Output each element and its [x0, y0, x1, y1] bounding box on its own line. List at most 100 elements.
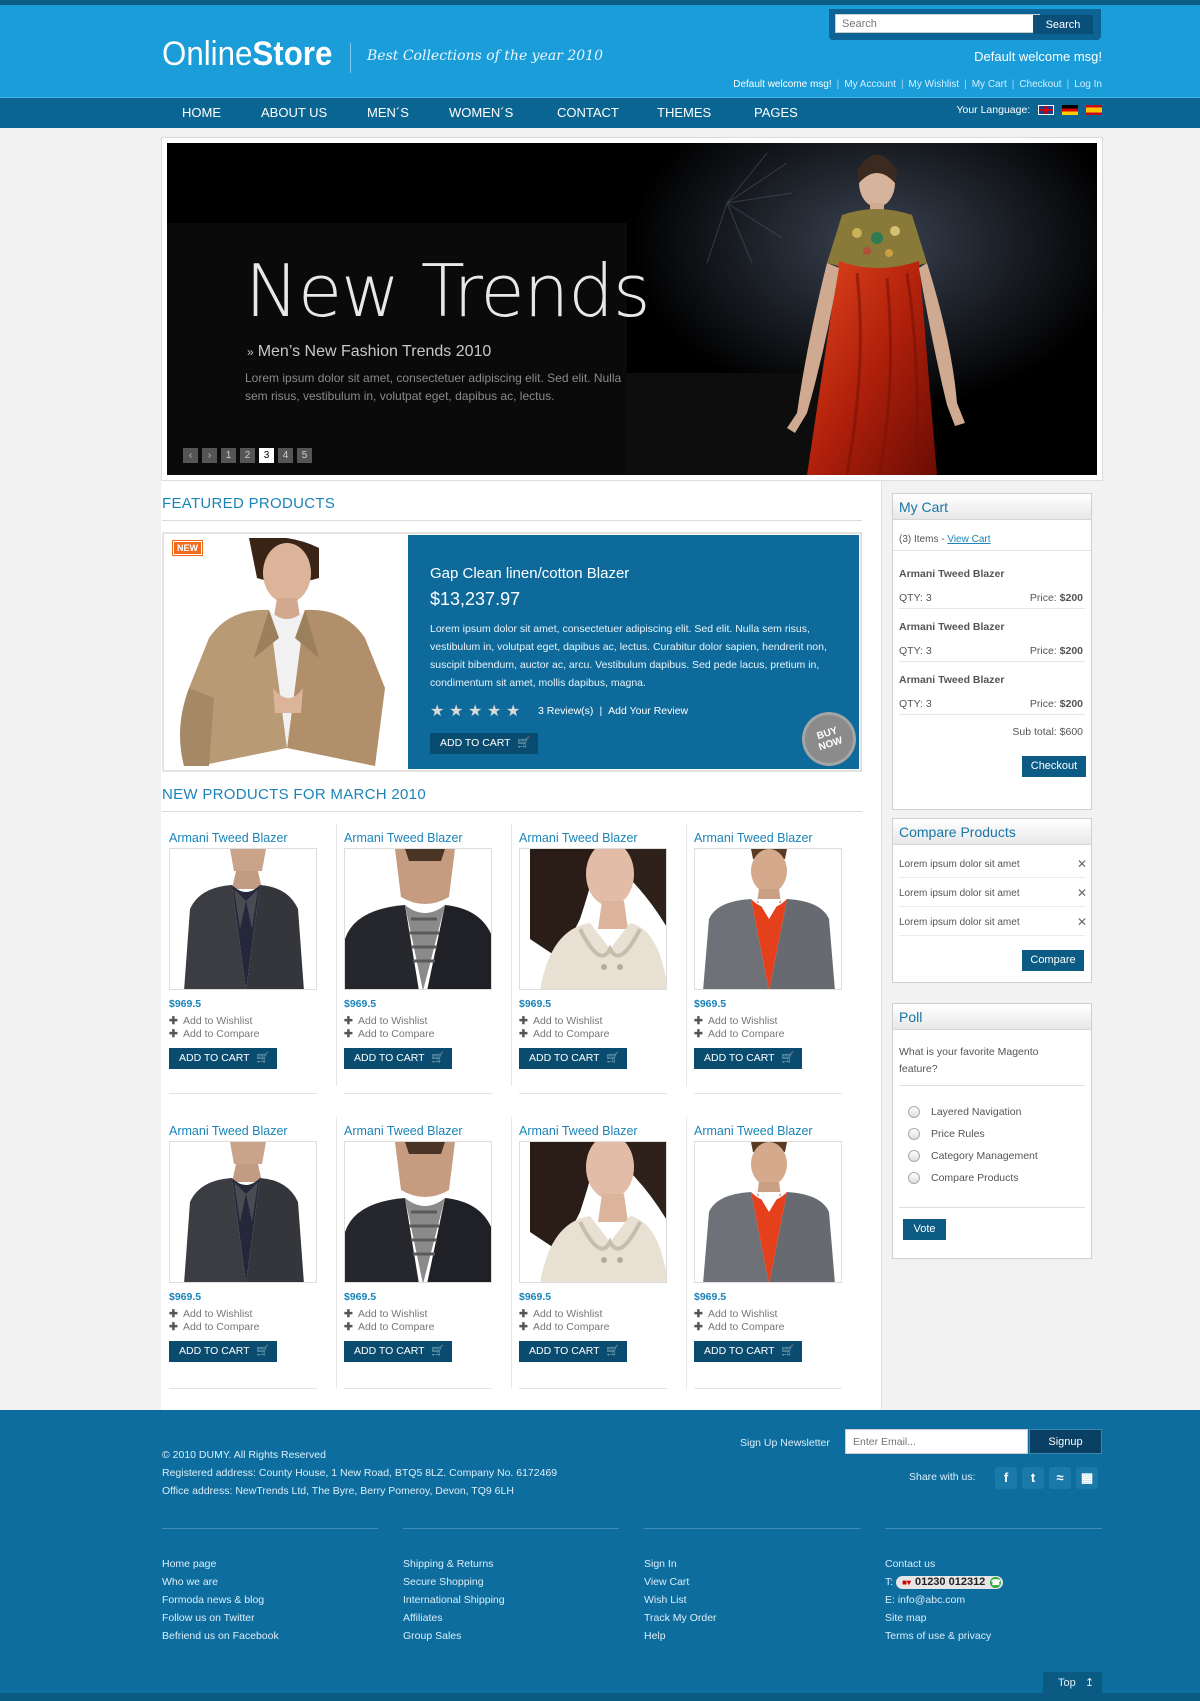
newsletter-email-input[interactable] — [845, 1429, 1028, 1454]
nav-mens[interactable]: MEN´S — [367, 105, 409, 120]
contact-us-link[interactable]: Contact us — [885, 1555, 1003, 1573]
add-to-compare-link[interactable]: ✚ Add to Compare — [519, 1028, 609, 1040]
add-to-cart-button[interactable]: ADD TO CART 🛒 — [169, 1048, 277, 1069]
add-to-wishlist-link[interactable]: ✚ Add to Wishlist — [344, 1308, 427, 1320]
footer-link[interactable]: Befriend us on Facebook — [162, 1627, 279, 1645]
toplink-my-cart[interactable]: My Cart — [972, 79, 1007, 90]
product-image[interactable] — [519, 848, 667, 990]
toplink-log-in[interactable]: Log In — [1074, 79, 1102, 90]
terms-link[interactable]: Terms of use & privacy — [885, 1627, 1003, 1645]
featured-product-name[interactable]: Gap Clean linen/cotton Blazer — [430, 565, 629, 582]
radio-button[interactable] — [908, 1106, 920, 1118]
product-name[interactable]: Armani Tweed Blazer — [169, 1124, 288, 1138]
product-image[interactable] — [169, 848, 317, 990]
radio-button[interactable] — [908, 1172, 920, 1184]
reviews-link[interactable]: 3 Review(s) — [538, 705, 593, 717]
add-to-compare-link[interactable]: ✚ Add to Compare — [694, 1028, 784, 1040]
view-cart-link[interactable]: View Cart — [947, 534, 990, 545]
add-to-compare-link[interactable]: ✚ Add to Compare — [169, 1321, 259, 1333]
footer-link[interactable]: Secure Shopping — [403, 1573, 505, 1591]
product-name[interactable]: Armani Tweed Blazer — [169, 831, 288, 845]
add-to-wishlist-link[interactable]: ✚ Add to Wishlist — [169, 1015, 252, 1027]
product-name[interactable]: Armani Tweed Blazer — [519, 1124, 638, 1138]
product-image[interactable] — [169, 1141, 317, 1283]
add-to-wishlist-link[interactable]: ✚ Add to Wishlist — [519, 1308, 602, 1320]
search-input[interactable] — [835, 14, 1040, 33]
footer-link[interactable]: Follow us on Twitter — [162, 1609, 279, 1627]
compare-item-name[interactable]: Lorem ipsum dolor sit amet — [899, 888, 1020, 899]
remove-icon[interactable]: ✕ — [1077, 886, 1087, 900]
twitter-icon[interactable]: t — [1022, 1467, 1044, 1489]
add-to-compare-link[interactable]: ✚ Add to Compare — [344, 1028, 434, 1040]
footer-link[interactable]: International Shipping — [403, 1591, 505, 1609]
add-to-cart-button[interactable]: ADD TO CART 🛒 — [519, 1341, 627, 1362]
add-to-wishlist-link[interactable]: ✚ Add to Wishlist — [169, 1308, 252, 1320]
featured-add-to-cart-button[interactable]: ADD TO CART 🛒 — [430, 733, 538, 754]
footer-link[interactable]: Formoda news & blog — [162, 1591, 279, 1609]
product-image[interactable] — [344, 848, 492, 990]
footer-link[interactable]: Who we are — [162, 1573, 279, 1591]
add-to-cart-button[interactable]: ADD TO CART 🛒 — [344, 1341, 452, 1362]
compare-item-name[interactable]: Lorem ipsum dolor sit amet — [899, 917, 1020, 928]
add-to-wishlist-link[interactable]: ✚ Add to Wishlist — [344, 1015, 427, 1027]
add-to-wishlist-link[interactable]: ✚ Add to Wishlist — [694, 1308, 777, 1320]
prev-arrow-icon[interactable]: ‹ — [183, 448, 198, 463]
nav-womens[interactable]: WOMEN´S — [449, 105, 513, 120]
footer-link[interactable]: Home page — [162, 1555, 279, 1573]
remove-icon[interactable]: ✕ — [1077, 857, 1087, 871]
product-name[interactable]: Armani Tweed Blazer — [519, 831, 638, 845]
product-image[interactable] — [519, 1141, 667, 1283]
uk-flag-icon[interactable] — [1038, 105, 1055, 116]
spain-flag-icon[interactable] — [1086, 105, 1102, 116]
product-image[interactable] — [694, 848, 842, 990]
pager-4[interactable]: 4 — [278, 448, 293, 463]
add-to-compare-link[interactable]: ✚ Add to Compare — [519, 1321, 609, 1333]
pager-2[interactable]: 2 — [240, 448, 255, 463]
site-map-link[interactable]: Site map — [885, 1609, 1003, 1627]
footer-link[interactable]: Shipping & Returns — [403, 1555, 505, 1573]
cart-item-name[interactable]: Armani Tweed Blazer — [899, 674, 1004, 686]
footer-link[interactable]: Help — [644, 1627, 717, 1645]
rss-icon[interactable]: ≈ — [1049, 1467, 1071, 1489]
email-link[interactable]: E: info@abc.com — [885, 1591, 1003, 1609]
pager-1[interactable]: 1 — [221, 448, 236, 463]
footer-link[interactable]: View Cart — [644, 1573, 717, 1591]
back-to-top-button[interactable]: Top ↥ — [1043, 1672, 1102, 1694]
radio-button[interactable] — [908, 1128, 920, 1140]
search-button[interactable]: Search — [1033, 15, 1093, 34]
radio-button[interactable] — [908, 1150, 920, 1162]
buy-now-badge[interactable]: BUY NOW — [798, 708, 860, 770]
add-to-compare-link[interactable]: ✚ Add to Compare — [344, 1321, 434, 1333]
delicious-icon[interactable]: ▦ — [1076, 1467, 1098, 1489]
product-image[interactable] — [694, 1141, 842, 1283]
vote-button[interactable]: Vote — [903, 1219, 946, 1240]
cart-item-name[interactable]: Armani Tweed Blazer — [899, 568, 1004, 580]
nav-about-us[interactable]: ABOUT US — [261, 105, 327, 120]
cart-item-name[interactable]: Armani Tweed Blazer — [899, 621, 1004, 633]
footer-link[interactable]: Affiliates — [403, 1609, 505, 1627]
nav-contact[interactable]: CONTACT — [557, 105, 619, 120]
add-to-cart-button[interactable]: ADD TO CART 🛒 — [169, 1341, 277, 1362]
product-image[interactable] — [344, 1141, 492, 1283]
toplink-my-wishlist[interactable]: My Wishlist — [909, 79, 960, 90]
remove-icon[interactable]: ✕ — [1077, 915, 1087, 929]
add-to-compare-link[interactable]: ✚ Add to Compare — [169, 1028, 259, 1040]
featured-product-image[interactable] — [169, 538, 405, 766]
compare-item-name[interactable]: Lorem ipsum dolor sit amet — [899, 859, 1020, 870]
pager-5[interactable]: 5 — [297, 448, 312, 463]
nav-home[interactable]: HOME — [182, 105, 221, 120]
signup-button[interactable]: Signup — [1029, 1429, 1102, 1454]
add-to-wishlist-link[interactable]: ✚ Add to Wishlist — [694, 1015, 777, 1027]
nav-pages[interactable]: PAGES — [754, 105, 798, 120]
next-arrow-icon[interactable]: › — [202, 448, 217, 463]
pager-3-active[interactable]: 3 — [259, 448, 274, 463]
product-name[interactable]: Armani Tweed Blazer — [344, 831, 463, 845]
footer-link[interactable]: Wish List — [644, 1591, 717, 1609]
logo[interactable]: OnlineStore — [162, 35, 332, 74]
add-to-cart-button[interactable]: ADD TO CART 🛒 — [694, 1048, 802, 1069]
add-to-wishlist-link[interactable]: ✚ Add to Wishlist — [519, 1015, 602, 1027]
toplink-my-account[interactable]: My Account — [844, 79, 896, 90]
footer-link[interactable]: Group Sales — [403, 1627, 505, 1645]
product-name[interactable]: Armani Tweed Blazer — [694, 1124, 813, 1138]
add-to-cart-button[interactable]: ADD TO CART 🛒 — [519, 1048, 627, 1069]
